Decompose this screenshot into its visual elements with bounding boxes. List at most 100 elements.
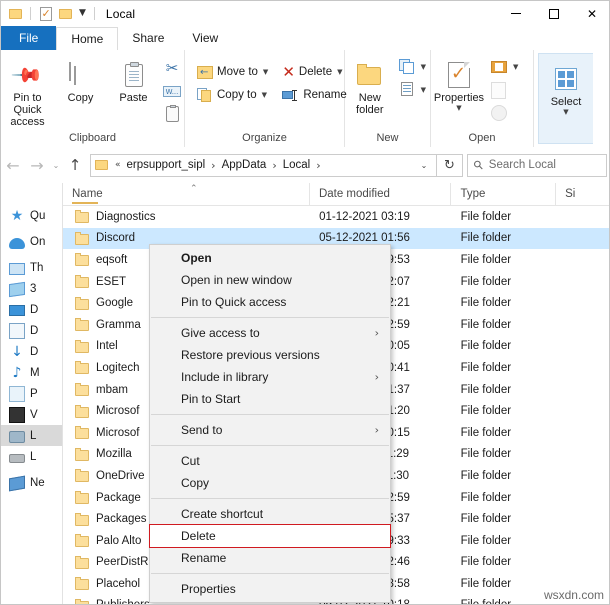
easy-access-icon bbox=[399, 82, 416, 98]
breadcrumb-item-user[interactable]: erpsupport_sipl bbox=[123, 159, 210, 171]
properties-button[interactable]: ✓ Properties ▼ bbox=[431, 54, 487, 112]
back-button[interactable]: ← bbox=[1, 153, 25, 177]
menu-item-open[interactable]: Open bbox=[150, 247, 390, 269]
breadcrumb-item-local[interactable]: Local bbox=[279, 159, 315, 171]
recent-locations-button[interactable]: ⌄ bbox=[49, 153, 63, 177]
cell-name: Discord bbox=[63, 231, 310, 245]
chevron-down-icon: ▼ bbox=[261, 91, 268, 99]
sidebar-item-quick-access[interactable]: ★ Qu bbox=[1, 205, 62, 226]
rename-button[interactable]: Rename bbox=[278, 84, 350, 106]
refresh-button[interactable]: ↻ bbox=[437, 153, 463, 177]
menu-item-delete[interactable]: Delete bbox=[150, 525, 390, 547]
history-button[interactable] bbox=[487, 102, 522, 124]
table-row[interactable]: Diagnostics 01-12-2021 03:19 File folder bbox=[63, 206, 609, 228]
copy-path-button[interactable]: W... bbox=[160, 80, 184, 102]
sidebar-item-3d-objects[interactable]: 3 bbox=[1, 278, 62, 299]
pin-icon: 📌 bbox=[10, 57, 45, 93]
sidebar-item-local-disk-c[interactable]: L bbox=[1, 425, 62, 446]
file-name-label: Gramma bbox=[96, 318, 141, 331]
open-folder-button[interactable]: ▼ bbox=[487, 56, 522, 78]
menu-item-open-in-new-window[interactable]: Open in new window bbox=[150, 269, 390, 291]
new-folder-label-line1: New bbox=[358, 92, 381, 104]
menu-item-create-shortcut[interactable]: Create shortcut bbox=[150, 503, 390, 525]
up-button[interactable]: ↑ bbox=[63, 153, 87, 177]
search-input[interactable]: Search Local bbox=[489, 159, 556, 171]
new-item-button[interactable]: ▼ bbox=[395, 56, 430, 78]
breadcrumb-overflow[interactable]: « bbox=[113, 160, 123, 170]
file-name-label: Placehol bbox=[96, 577, 141, 590]
ribbon-group-label-clipboard: Clipboard bbox=[68, 132, 117, 144]
sidebar-item-local-disk-d[interactable]: L bbox=[1, 446, 62, 467]
music-icon: ♪ bbox=[12, 364, 22, 381]
sidebar-item-music[interactable]: ♪ M bbox=[1, 362, 62, 383]
menu-item-include-in-library[interactable]: Include in library › bbox=[150, 366, 390, 388]
cell-type: File folder bbox=[460, 426, 512, 439]
copy-button[interactable]: Copy bbox=[54, 54, 107, 104]
menu-item-label: Cut bbox=[181, 454, 200, 468]
tab-view[interactable]: View bbox=[178, 26, 232, 50]
column-headers: Name ⌃ Date modified Type Si bbox=[63, 183, 609, 206]
maximize-button[interactable] bbox=[535, 1, 573, 26]
column-header-size[interactable]: Si bbox=[556, 183, 609, 205]
menu-item-give-access-to[interactable]: Give access to › bbox=[150, 322, 390, 344]
minimize-button[interactable] bbox=[497, 1, 535, 26]
delete-button[interactable]: ✕ Delete ▼ bbox=[278, 61, 350, 83]
menu-item-send-to[interactable]: Send to › bbox=[150, 419, 390, 441]
qat-properties-button[interactable]: ✓ bbox=[37, 5, 54, 22]
file-name-label: Publishers bbox=[96, 599, 150, 604]
copy-to-button[interactable]: Copy to ▼ bbox=[193, 84, 272, 106]
breadcrumb[interactable]: « erpsupport_sipl › AppData › Local › ⌄ bbox=[90, 153, 437, 177]
edit-button[interactable] bbox=[487, 79, 522, 101]
menu-item-pin-to-quick-access[interactable]: Pin to Quick access bbox=[150, 291, 390, 313]
menu-item-restore-previous-versions[interactable]: Restore previous versions bbox=[150, 344, 390, 366]
chevron-down-icon: ▼ bbox=[420, 63, 426, 71]
cut-button[interactable]: ✂ bbox=[160, 57, 184, 79]
paste-shortcut-button[interactable] bbox=[160, 103, 184, 125]
tab-share[interactable]: Share bbox=[118, 26, 178, 50]
pin-to-quick-access-button[interactable]: 📌 Pin to Quick access bbox=[1, 54, 54, 128]
move-to-button[interactable]: ← Move to ▼ bbox=[193, 61, 272, 83]
sidebar-item-onedrive[interactable]: On bbox=[1, 231, 62, 252]
paste-button[interactable]: Paste bbox=[107, 54, 160, 104]
sidebar-item-documents[interactable]: D bbox=[1, 320, 62, 341]
qat-new-folder-button[interactable] bbox=[57, 5, 74, 22]
breadcrumb-dropdown-button[interactable]: ⌄ bbox=[414, 161, 434, 170]
folder-icon bbox=[75, 512, 90, 526]
sidebar-item-this-pc[interactable]: Th bbox=[1, 257, 62, 278]
tab-file[interactable]: File bbox=[1, 26, 57, 50]
forward-button[interactable]: → bbox=[25, 153, 49, 177]
new-folder-button[interactable]: New folder bbox=[345, 54, 395, 116]
menu-item-rename[interactable]: Rename bbox=[150, 547, 390, 569]
menu-item-properties[interactable]: Properties bbox=[150, 578, 390, 600]
move-to-label: Move to bbox=[217, 66, 258, 78]
search-box[interactable]: ⚲ Search Local bbox=[467, 153, 607, 177]
sidebar-item-network[interactable]: Ne bbox=[1, 472, 62, 493]
close-button[interactable]: ✕ bbox=[573, 1, 609, 26]
sidebar-item-pictures[interactable]: P bbox=[1, 383, 62, 404]
chevron-down-icon[interactable]: ▼ bbox=[77, 9, 88, 18]
column-header-date-modified[interactable]: Date modified bbox=[310, 183, 452, 205]
quick-access-toolbar: ✓ ▼ bbox=[1, 5, 98, 22]
ribbon-group-organize: ← Move to ▼ Copy to ▼ ✕ Delete ▼ Rename … bbox=[185, 50, 347, 147]
sidebar-item-desktop[interactable]: D bbox=[1, 299, 62, 320]
sidebar-item-videos[interactable]: V bbox=[1, 404, 62, 425]
folder-icon bbox=[75, 598, 90, 604]
menu-item-pin-to-start[interactable]: Pin to Start bbox=[150, 388, 390, 410]
column-header-type[interactable]: Type bbox=[451, 183, 557, 205]
cell-type: File folder bbox=[460, 318, 512, 331]
new-folder-icon bbox=[356, 58, 383, 92]
menu-item-copy[interactable]: Copy bbox=[150, 472, 390, 494]
column-header-name-label: Name bbox=[72, 188, 103, 200]
qat-folder-button[interactable] bbox=[7, 5, 24, 22]
breadcrumb-item-appdata[interactable]: AppData bbox=[218, 159, 271, 171]
tab-home[interactable]: Home bbox=[56, 27, 119, 51]
move-to-icon: ← bbox=[197, 65, 213, 79]
menu-item-cut[interactable]: Cut bbox=[150, 450, 390, 472]
easy-access-button[interactable]: ▼ bbox=[395, 79, 430, 101]
ribbon-group-label-new: New bbox=[376, 132, 399, 144]
properties-icon: ✓ bbox=[448, 58, 470, 92]
column-header-name[interactable]: Name ⌃ bbox=[63, 183, 310, 205]
select-button[interactable]: Select ▼ bbox=[541, 58, 591, 116]
sidebar-item-downloads[interactable]: ↓ D bbox=[1, 341, 62, 362]
folder-icon bbox=[75, 339, 90, 353]
